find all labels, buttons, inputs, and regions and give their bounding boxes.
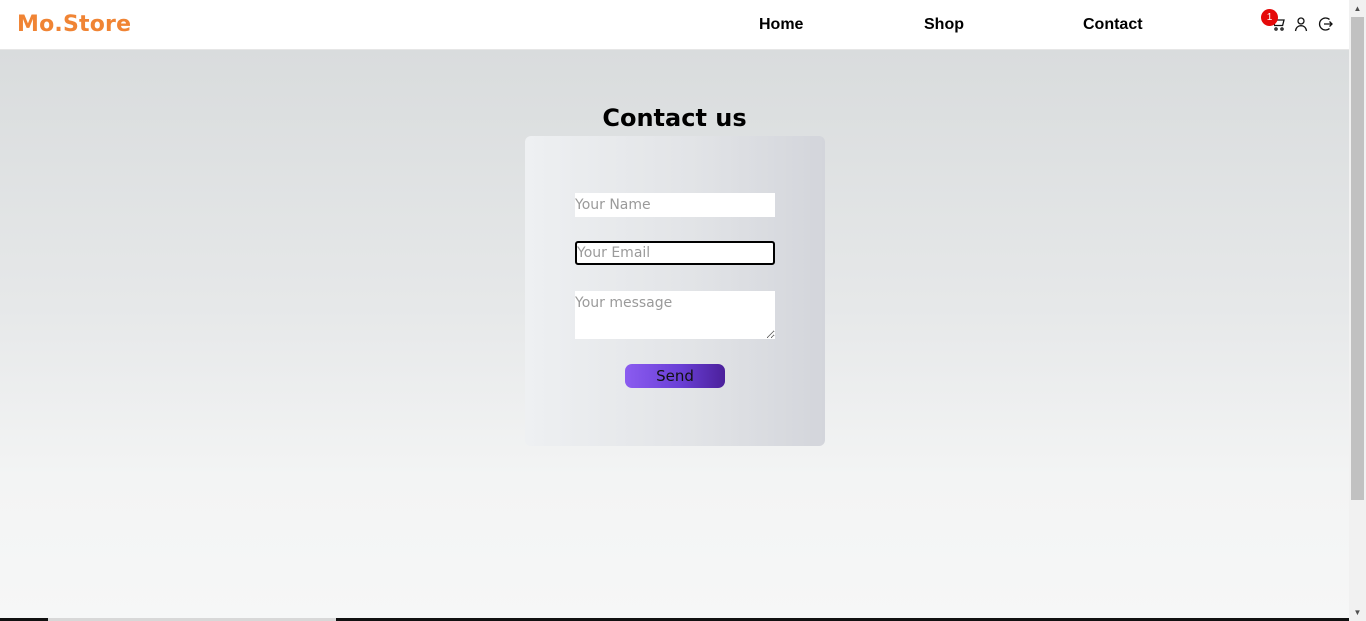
page-title: Contact us xyxy=(602,104,747,132)
nav-shop-link[interactable]: Shop xyxy=(924,16,964,34)
message-textarea[interactable] xyxy=(575,291,775,339)
cart-count-badge: 1 xyxy=(1261,9,1278,26)
nav-contact-link[interactable]: Contact xyxy=(1083,16,1143,34)
vertical-scrollbar[interactable]: ▲ ▼ xyxy=(1349,0,1366,621)
brand-logo[interactable]: Mo.Store xyxy=(17,12,131,37)
main-content: Contact us Send xyxy=(0,50,1349,619)
contact-form: Send xyxy=(525,136,825,446)
scroll-down-arrow-icon[interactable]: ▼ xyxy=(1349,604,1366,621)
email-input[interactable] xyxy=(575,241,775,265)
logout-icon[interactable] xyxy=(1317,16,1333,32)
scroll-up-arrow-icon[interactable]: ▲ xyxy=(1349,0,1366,17)
cart-icon[interactable]: 1 xyxy=(1261,9,1286,32)
nav-home-link[interactable]: Home xyxy=(759,16,803,34)
user-icon[interactable] xyxy=(1293,16,1309,32)
send-button[interactable]: Send xyxy=(625,364,725,388)
scroll-thumb[interactable] xyxy=(1351,17,1364,500)
name-input[interactable] xyxy=(575,193,775,217)
top-navbar: Mo.Store Home Shop Contact 1 xyxy=(0,0,1349,50)
